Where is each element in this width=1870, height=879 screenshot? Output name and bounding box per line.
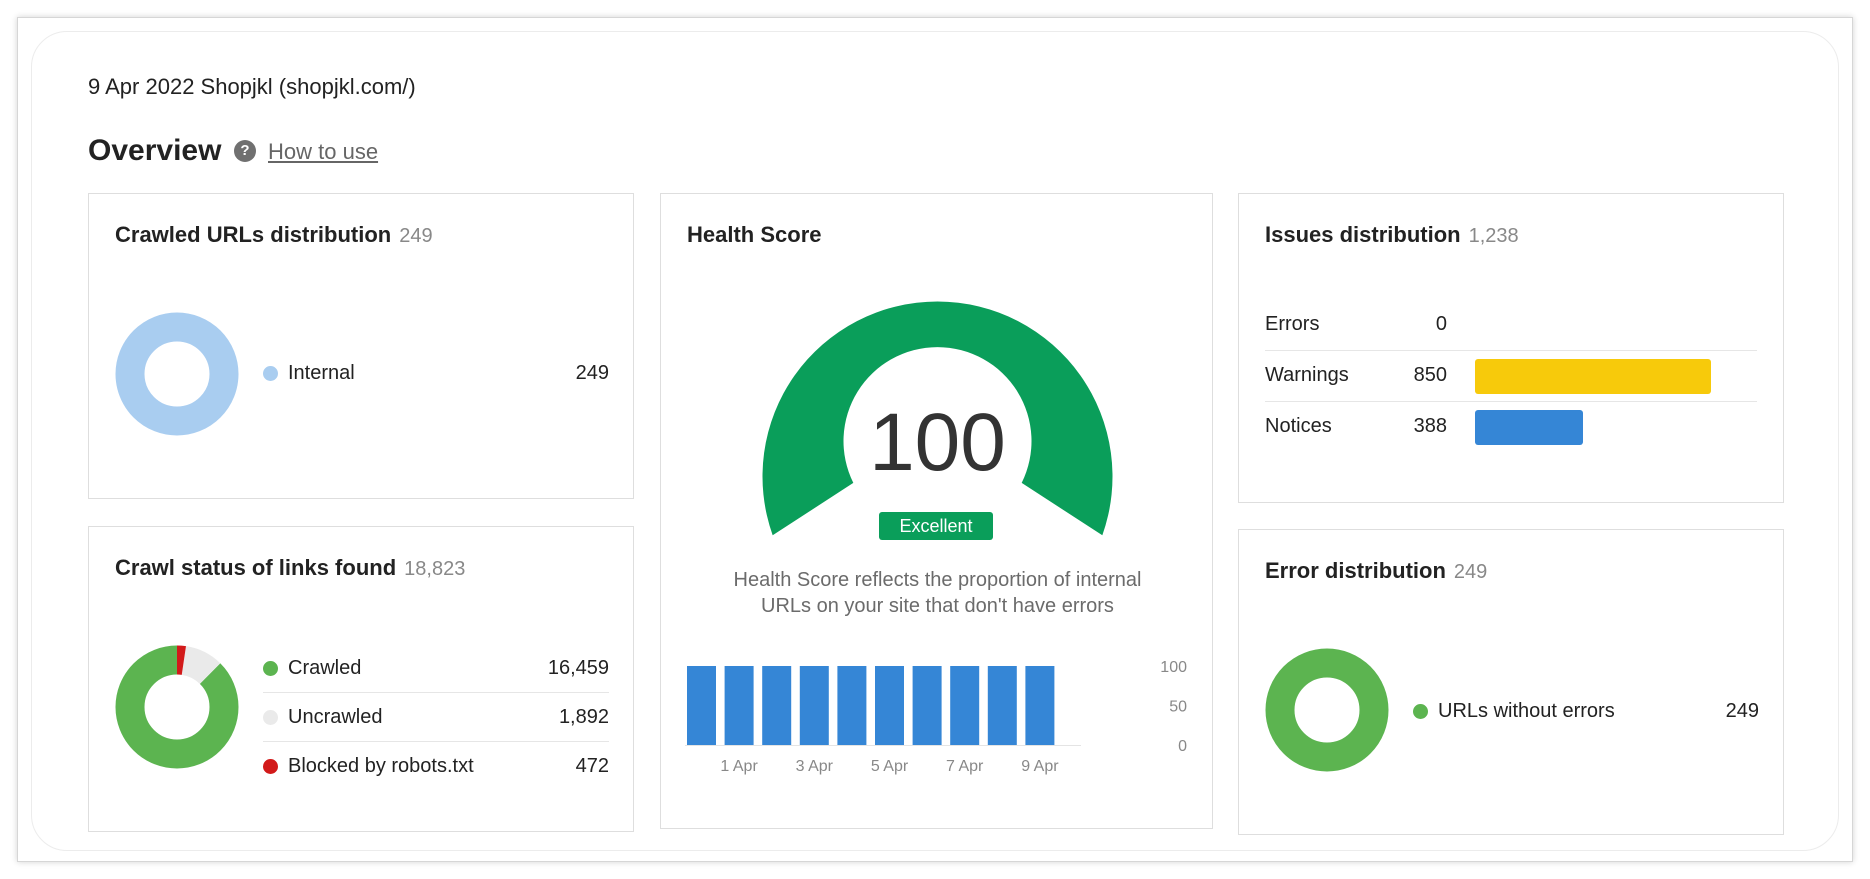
help-icon[interactable]: ? [234,140,256,162]
how-to-use-link[interactable]: How to use [268,139,378,165]
crawl-status-title-wrap: Crawl status of links found 18,823 [115,555,465,581]
legend-dot [263,759,278,774]
donut-slice-internal [115,312,239,436]
card-count: 1,238 [1468,225,1519,247]
y-tick-label: 0 [1178,738,1187,755]
x-tick-label: 9 Apr [1021,758,1059,775]
chart-bar[interactable] [950,666,980,745]
legend-dot [1413,704,1428,719]
legend-row-uncrawled[interactable]: Uncrawled 1,892 [263,693,609,742]
issue-row-warnings[interactable]: Warnings 850 [1265,351,1757,402]
legend-dot [263,661,278,676]
legend-value: 1,892 [558,706,609,728]
chart-bar[interactable] [799,666,829,745]
legend-row-internal[interactable]: Internal 249 [263,349,609,398]
crawl-status-donut [115,645,239,769]
card-title: Crawl status of links found [115,555,397,580]
legend-label: Blocked by robots.txt [288,755,474,777]
card-count: 249 [1453,561,1488,583]
error-dist-title-wrap: Error distribution 249 [1265,558,1487,584]
chart-bar[interactable] [762,666,792,745]
chart-bar[interactable] [837,666,867,745]
issue-bar [1475,410,1583,445]
legend-row-urls-without-errors[interactable]: URLs without errors 249 [1413,687,1759,736]
y-tick-label: 100 [1160,659,1187,676]
health-score-card: Health Score 100 Excellent Health Score … [660,193,1213,829]
x-tick-label: 5 Apr [871,758,909,775]
health-score-badge: Excellent [879,512,993,540]
legend-value: 16,459 [547,657,609,679]
donut-slice-no-errors [1265,648,1389,772]
chart-bar[interactable] [687,666,716,745]
chart-bar[interactable] [1025,666,1055,745]
x-tick-label: 7 Apr [946,758,984,775]
report-date-project: 9 Apr 2022 Shopjkl (shopjkl.com/) [88,74,416,99]
crawled-urls-title-wrap: Crawled URLs distribution 249 [115,222,433,248]
error-distribution-donut [1265,648,1389,772]
legend-label: Crawled [288,657,362,679]
card-title: Error distribution [1265,558,1446,583]
card-count: 249 [399,225,433,247]
issues-distribution-card: Issues distribution 1,238 Errors 0 Warnin… [1238,193,1784,503]
card-count: 18,823 [404,558,466,580]
issue-value: 850 [1413,364,1447,386]
chart-bar[interactable] [912,666,942,745]
card-title: Crawled URLs distribution [115,222,392,247]
issue-value: 0 [1435,313,1447,335]
health-score-history-chart: 1 Apr 3 Apr 5 Apr 7 Apr 9 Apr 100 50 0 [685,659,1187,775]
x-tick-label: 1 Apr [720,758,758,775]
health-score-gauge [762,301,1113,536]
legend-dot [263,710,278,725]
crawled-urls-card: Crawled URLs distribution 249 Internal 24… [88,193,634,499]
health-score-description: Health Score reflects the proportion of … [661,567,1214,619]
legend-value: 249 [1725,700,1759,722]
error-distribution-card: Error distribution 249 URLs without error… [1238,529,1784,835]
description-line: Health Score reflects the proportion of … [733,569,1142,591]
x-tick-label: 3 Apr [796,758,834,775]
issue-label: Errors [1265,313,1320,335]
chart-bar[interactable] [987,666,1017,745]
issue-label: Notices [1265,415,1332,437]
issues-title-wrap: Issues distribution 1,238 [1265,222,1519,248]
issue-row-notices[interactable]: Notices 388 [1265,402,1757,453]
page-title: Overview [88,134,222,167]
crawled-urls-donut [115,312,239,436]
issue-bar [1475,359,1711,394]
issue-row-errors[interactable]: Errors 0 [1265,300,1757,351]
crawl-status-card: Crawl status of links found 18,823 Crawle… [88,526,634,832]
legend-label: URLs without errors [1438,700,1615,722]
legend-label: Internal [288,362,355,384]
y-tick-label: 50 [1169,699,1187,716]
legend-value: 249 [575,362,609,384]
legend-dot [263,366,278,381]
issue-value: 388 [1413,415,1447,437]
legend-row-crawled[interactable]: Crawled 16,459 [263,644,609,693]
chart-bar[interactable] [875,666,904,745]
description-line: URLs on your site that don't have errors [761,595,1114,617]
card-title: Issues distribution [1265,222,1461,247]
issue-label: Warnings [1265,364,1349,386]
legend-value: 472 [575,755,609,777]
legend-label: Uncrawled [288,706,383,728]
legend-row-blocked[interactable]: Blocked by robots.txt 472 [263,742,609,791]
chart-bar[interactable] [724,666,754,745]
health-score-value: 100 [869,397,1006,488]
